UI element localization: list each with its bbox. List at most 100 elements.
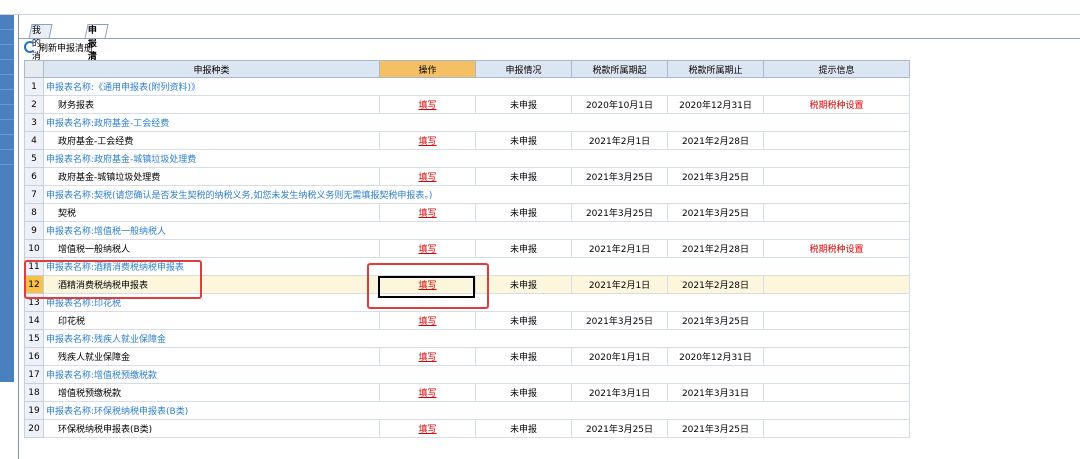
table-row[interactable]: 20 环保税纳税申报表(B类) 填写 未申报 2021年3月25日 2021年3月25日 xyxy=(24,419,910,438)
fill-link[interactable]: 填写 xyxy=(418,317,436,327)
tip-info xyxy=(763,131,910,150)
row-number: 9 xyxy=(24,221,44,240)
table-row[interactable]: 4 政府基金-工会经费 填写 未申报 2021年2月1日 2021年2月28日 xyxy=(24,131,910,150)
table-row[interactable]: 6 政府基金-城镇垃圾处理费 填写 未申报 2021年3月25日 2021年3月25日 xyxy=(24,167,910,186)
group-row[interactable]: 3 申报表名称:政府基金-工会经费 xyxy=(24,113,910,132)
refresh-icon xyxy=(24,41,36,53)
row-number: 18 xyxy=(24,383,44,402)
declaration-status: 未申报 xyxy=(475,95,572,114)
table-row[interactable]: 2 财务报表 填写 未申报 2020年10月1日 2020年12月31日 税期税种设置 xyxy=(24,95,910,114)
period-start: 2021年3月25日 xyxy=(571,203,668,222)
tip-info xyxy=(763,203,910,222)
table-row[interactable]: 8 契税 填写 未申报 2021年3月25日 2021年3月25日 xyxy=(24,203,910,222)
declaration-name: 增值税一般纳税人 xyxy=(43,239,380,258)
operation-cell[interactable]: 填写 xyxy=(379,203,476,222)
group-title: 申报表名称:增值税预缴税款 xyxy=(43,365,910,384)
header-period-start[interactable]: 税款所属期起 xyxy=(571,60,668,78)
table-row[interactable]: 10 增值税一般纳税人 填写 未申报 2021年2月1日 2021年2月28日 税期税种设置 xyxy=(24,239,910,258)
fill-link[interactable]: 填写 xyxy=(418,245,436,255)
operation-cell[interactable]: 填写 xyxy=(379,167,476,186)
table-row[interactable]: 16 残疾人就业保障金 填写 未申报 2020年1月1日 2020年12月31日 xyxy=(24,347,910,366)
declaration-status: 未申报 xyxy=(475,131,572,150)
period-end: 2021年3月25日 xyxy=(667,311,764,330)
declaration-status: 未申报 xyxy=(475,383,572,402)
focused-fill-cell xyxy=(378,276,475,298)
tip-info xyxy=(763,383,910,402)
tip-info[interactable]: 税期税种设置 xyxy=(763,239,910,258)
refresh-button[interactable]: 刷新申报清册 xyxy=(24,41,93,55)
declaration-status: 未申报 xyxy=(475,311,572,330)
group-row[interactable]: 9 申报表名称:增值税一般纳税人 xyxy=(24,221,910,240)
row-number: 14 xyxy=(24,311,44,330)
fill-link[interactable]: 填写 xyxy=(418,209,436,219)
header-operation[interactable]: 操作 xyxy=(379,60,476,78)
declaration-name: 财务报表 xyxy=(43,95,380,114)
row-number: 6 xyxy=(24,167,44,186)
header-period-end[interactable]: 税款所属期止 xyxy=(667,60,764,78)
row-number: 15 xyxy=(24,329,44,348)
declaration-status: 未申报 xyxy=(475,347,572,366)
period-start: 2020年10月1日 xyxy=(571,95,668,114)
period-start: 2021年3月25日 xyxy=(571,167,668,186)
operation-cell[interactable]: 填写 xyxy=(379,239,476,258)
operation-cell[interactable]: 填写 xyxy=(379,383,476,402)
top-bar xyxy=(0,0,1080,15)
left-nav-strip[interactable] xyxy=(0,15,14,382)
operation-cell[interactable]: 填写 xyxy=(379,95,476,114)
period-end: 2020年12月31日 xyxy=(667,95,764,114)
declaration-table: 申报种类 操作 申报情况 税款所属期起 税款所属期止 提示信息 1 申报表名称:《… xyxy=(24,60,910,438)
group-title: 申报表名称:残疾人就业保障金 xyxy=(43,329,910,348)
declaration-status: 未申报 xyxy=(475,275,572,294)
row-number: 10 xyxy=(24,239,44,258)
operation-cell[interactable]: 填写 xyxy=(379,311,476,330)
fill-link[interactable]: 填写 xyxy=(418,425,436,435)
declaration-name: 印花税 xyxy=(43,311,380,330)
period-end: 2021年3月25日 xyxy=(667,203,764,222)
tip-info[interactable]: 税期税种设置 xyxy=(763,95,910,114)
header-corner xyxy=(24,60,44,78)
group-row[interactable]: 19 申报表名称:环保税纳税申报表(B类) xyxy=(24,401,910,420)
table-row[interactable]: 14 印花税 填写 未申报 2021年3月25日 2021年3月25日 xyxy=(24,311,910,330)
group-title: 申报表名称:政府基金-城镇垃圾处理费 xyxy=(43,149,910,168)
group-row[interactable]: 15 申报表名称:残疾人就业保障金 xyxy=(24,329,910,348)
operation-cell[interactable]: 填写 xyxy=(379,131,476,150)
group-row[interactable]: 17 申报表名称:增值税预缴税款 xyxy=(24,365,910,384)
group-row[interactable]: 7 申报表名称:契税(请您确认是否发生契税的纳税义务,如您未发生纳税义务则无需填报… xyxy=(24,185,910,204)
tab-my-messages[interactable]: 我的消息 xyxy=(28,24,53,75)
declaration-name: 环保税纳税申报表(B类) xyxy=(43,419,380,438)
fill-link[interactable]: 填写 xyxy=(418,173,436,183)
declaration-name: 契税 xyxy=(43,203,380,222)
tab-declaration-list[interactable]: 申报清册 xyxy=(84,24,109,75)
group-row[interactable]: 5 申报表名称:政府基金-城镇垃圾处理费 xyxy=(24,149,910,168)
declaration-status: 未申报 xyxy=(475,167,572,186)
tip-info xyxy=(763,347,910,366)
period-start: 2021年2月1日 xyxy=(571,275,668,294)
panel-divider xyxy=(18,15,19,459)
period-start: 2021年3月1日 xyxy=(571,383,668,402)
row-number: 1 xyxy=(24,77,44,96)
header-tip[interactable]: 提示信息 xyxy=(763,60,910,78)
header-type[interactable]: 申报种类 xyxy=(43,60,380,78)
row-number: 5 xyxy=(24,149,44,168)
fill-link[interactable]: 填写 xyxy=(418,353,436,363)
row-number: 17 xyxy=(24,365,44,384)
group-row[interactable]: 1 申报表名称:《通用申报表(附列资料)》 xyxy=(24,77,910,96)
period-start: 2021年3月25日 xyxy=(571,419,668,438)
group-title: 申报表名称:环保税纳税申报表(B类) xyxy=(43,401,910,420)
tip-info xyxy=(763,419,910,438)
period-start: 2021年2月1日 xyxy=(571,239,668,258)
row-number: 3 xyxy=(24,113,44,132)
header-status[interactable]: 申报情况 xyxy=(475,60,572,78)
row-number: 16 xyxy=(24,347,44,366)
fill-link[interactable]: 填写 xyxy=(418,137,436,147)
group-title: 申报表名称:《通用申报表(附列资料)》 xyxy=(43,77,910,96)
operation-cell[interactable]: 填写 xyxy=(379,419,476,438)
tip-info xyxy=(763,311,910,330)
operation-cell[interactable]: 填写 xyxy=(379,347,476,366)
fill-link[interactable]: 填写 xyxy=(418,101,436,111)
period-end: 2021年2月28日 xyxy=(667,275,764,294)
table-row[interactable]: 18 增值税预缴税款 填写 未申报 2021年3月1日 2021年3月31日 xyxy=(24,383,910,402)
fill-link[interactable]: 填写 xyxy=(418,389,436,399)
period-end: 2021年2月28日 xyxy=(667,239,764,258)
refresh-label: 刷新申报清册 xyxy=(39,44,94,54)
